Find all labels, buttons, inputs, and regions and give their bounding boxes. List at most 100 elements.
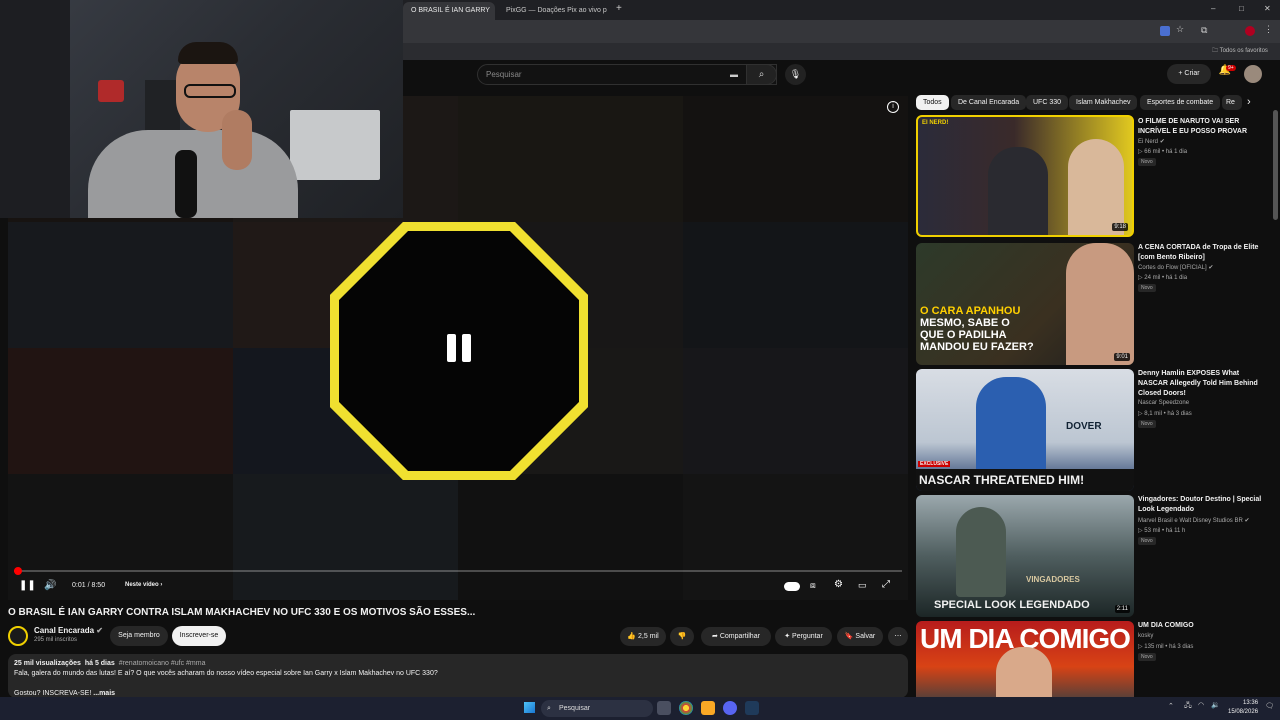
new-badge: Novo <box>1138 537 1156 545</box>
taskbar-search[interactable]: ⌕ Pesquisar <box>541 700 653 717</box>
miniplayer-icon[interactable]: ▭ <box>858 580 867 591</box>
hair <box>178 42 238 64</box>
task-view-icon[interactable] <box>657 701 671 715</box>
dislike-button[interactable]: 👎 <box>670 627 694 646</box>
progress-scrubber[interactable] <box>14 567 22 575</box>
subtitles-icon[interactable]: ⧈ <box>810 580 816 591</box>
duration-badge: 9:01 <box>1114 353 1130 361</box>
chip-all[interactable]: Todos <box>916 95 949 110</box>
sidebar-channel: Cortes do Flow [OFICIAL] ✔ <box>1138 265 1214 271</box>
show-more-link[interactable]: ...mais <box>93 690 115 697</box>
channel-name[interactable]: Canal Encarada ✔ <box>34 626 103 635</box>
close-window-icon[interactable]: ✕ <box>1264 4 1271 13</box>
thumb-person <box>1068 139 1124 235</box>
keyboard-icon[interactable]: ▬ <box>730 65 738 84</box>
video-title: O BRASIL É IAN GARRY CONTRA ISLAM MAKHAC… <box>8 607 476 618</box>
chip-ufc330[interactable]: UFC 330 <box>1026 95 1069 110</box>
sidebar-video-title[interactable]: O FILME DE NARUTO VAI SER INCRÍVEL E EU … <box>1138 117 1266 137</box>
thumbs-up-icon: 👍 <box>627 633 639 640</box>
chip-channel[interactable]: De Canal Encarada <box>951 95 1027 110</box>
thumbs-down-icon: 👎 <box>677 633 687 640</box>
profile-icon[interactable] <box>1245 26 1255 36</box>
thumb-logo: VINGADORES <box>1026 575 1080 584</box>
chevron-right-icon[interactable]: › <box>1247 96 1251 108</box>
channel-avatar[interactable] <box>8 626 28 646</box>
chip-partial[interactable]: Re <box>1222 95 1242 110</box>
info-icon[interactable]: i <box>887 101 899 113</box>
voice-search-button[interactable]: 🎙 <box>785 64 806 85</box>
extension-icon[interactable] <box>1160 26 1170 36</box>
chrome-icon[interactable] <box>679 701 693 715</box>
file-explorer-icon[interactable] <box>701 701 715 715</box>
video-thumbnail[interactable]: DOVER EXCLUSIVE NASCAR THREATENED HIM! <box>916 369 1134 491</box>
menu-icon[interactable]: ⋮ <box>1264 24 1273 35</box>
video-thumbnail[interactable]: VINGADORES SPECIAL LOOK LEGENDADO 2:11 <box>916 495 1134 617</box>
search-input[interactable]: Pesquisar ▬ <box>477 64 777 85</box>
folder-icon: 🗀 <box>1212 48 1220 54</box>
verified-icon: ✔ <box>96 626 103 635</box>
minimize-icon[interactable]: – <box>1211 4 1215 13</box>
taskbar-clock[interactable]: 13:36 15/08/2026 <box>1228 699 1258 717</box>
new-tab-icon[interactable]: + <box>616 3 622 14</box>
video-thumbnail[interactable]: O CARA APANHOU MESMO, SABE O QUE O PADIL… <box>916 243 1134 365</box>
progress-bar[interactable] <box>14 570 902 572</box>
description-meta: 25 mil visualizações há 5 dias #renatomo… <box>14 660 206 667</box>
scrollbar[interactable] <box>1273 110 1278 220</box>
duration-badge: 9:18 <box>1112 223 1128 231</box>
chip-combat-sports[interactable]: Esportes de combate <box>1140 95 1221 110</box>
bookmark-icon: 🔖 <box>844 633 856 640</box>
thumb-person <box>1066 243 1134 365</box>
thumb-person <box>988 147 1048 235</box>
maximize-icon[interactable]: □ <box>1239 4 1244 13</box>
thumb-caption: SPECIAL LOOK LEGENDADO <box>934 599 1090 611</box>
save-button[interactable]: 🔖 Salvar <box>837 627 883 646</box>
sidebar-video-title[interactable]: Denny Hamlin EXPOSES What NASCAR Alleged… <box>1138 369 1266 399</box>
more-actions-button[interactable]: ⋯ <box>888 627 908 646</box>
sparkle-icon: ✦ <box>784 633 793 640</box>
autoplay-toggle[interactable] <box>784 582 800 591</box>
browser-tab-pixgg[interactable]: PixGG — Doações Pix ao vivo p✕ <box>498 2 610 20</box>
video-thumbnail[interactable]: EI NERD! 9:18 <box>916 115 1134 237</box>
like-button[interactable]: 👍 2,5 mil <box>620 627 666 646</box>
chapter-button[interactable]: Neste vídeo › <box>125 582 162 588</box>
wifi-icon[interactable]: ◠ <box>1198 701 1204 709</box>
discord-icon[interactable] <box>723 701 737 715</box>
ask-button[interactable]: ✦ Perguntar <box>775 627 832 646</box>
browser-tab-youtube[interactable]: O BRASIL É IAN GARRY✕ <box>403 2 495 20</box>
video-thumbnail[interactable]: UM DIA COMIGO <box>916 621 1134 697</box>
thumb-sign: DOVER <box>1066 421 1102 432</box>
puzzle-icon[interactable]: ⧉ <box>1201 25 1207 36</box>
share-button[interactable]: ➦ Compartilhar <box>701 627 771 646</box>
all-bookmarks[interactable]: 🗀 Todos os favoritos <box>1212 46 1268 56</box>
notification-center-icon[interactable]: 🗨 <box>1265 702 1274 710</box>
gear-icon[interactable]: ⚙ <box>834 579 843 590</box>
search-button[interactable]: ⌕ <box>746 64 777 85</box>
subscribe-button[interactable]: Inscrever-se <box>172 626 226 646</box>
sidebar-video-title[interactable]: A CENA CORTADA de Tropa de Elite [com Be… <box>1138 243 1266 263</box>
sidebar-channel: kosky <box>1138 633 1154 639</box>
hand <box>222 110 252 170</box>
new-badge: Novo <box>1138 158 1156 166</box>
sidebar-video-title[interactable]: Vingadores: Doutor Destino | Special Loo… <box>1138 495 1266 515</box>
sidebar-video-title[interactable]: UM DIA COMIGO <box>1138 621 1266 631</box>
fullscreen-icon[interactable]: ⤢ <box>882 579 890 590</box>
network-icon[interactable]: 🖧 <box>1184 701 1192 712</box>
thumb-figure <box>956 507 1006 597</box>
account-avatar[interactable] <box>1244 65 1262 83</box>
steam-icon[interactable] <box>745 701 759 715</box>
chevron-up-icon[interactable]: ⌃ <box>1168 702 1174 710</box>
more-icon: ⋯ <box>894 633 902 640</box>
thumb-person <box>976 377 1046 477</box>
pause-icon[interactable]: ❚❚ <box>19 580 36 591</box>
chip-islam[interactable]: Islam Makhachev <box>1069 95 1138 110</box>
share-icon: ➦ <box>712 633 720 640</box>
pause-octagon-icon[interactable] <box>330 222 588 480</box>
windows-start-icon[interactable] <box>524 702 535 713</box>
join-button[interactable]: Seja membro <box>110 626 168 646</box>
description-box[interactable]: 25 mil visualizações há 5 dias #renatomo… <box>8 654 908 698</box>
microphone <box>175 150 197 218</box>
create-button[interactable]: + Criar <box>1167 64 1211 84</box>
speaker-icon[interactable]: 🔉 <box>1211 701 1220 709</box>
volume-icon[interactable]: 🔊 <box>44 580 56 591</box>
star-icon[interactable]: ☆ <box>1176 24 1184 35</box>
